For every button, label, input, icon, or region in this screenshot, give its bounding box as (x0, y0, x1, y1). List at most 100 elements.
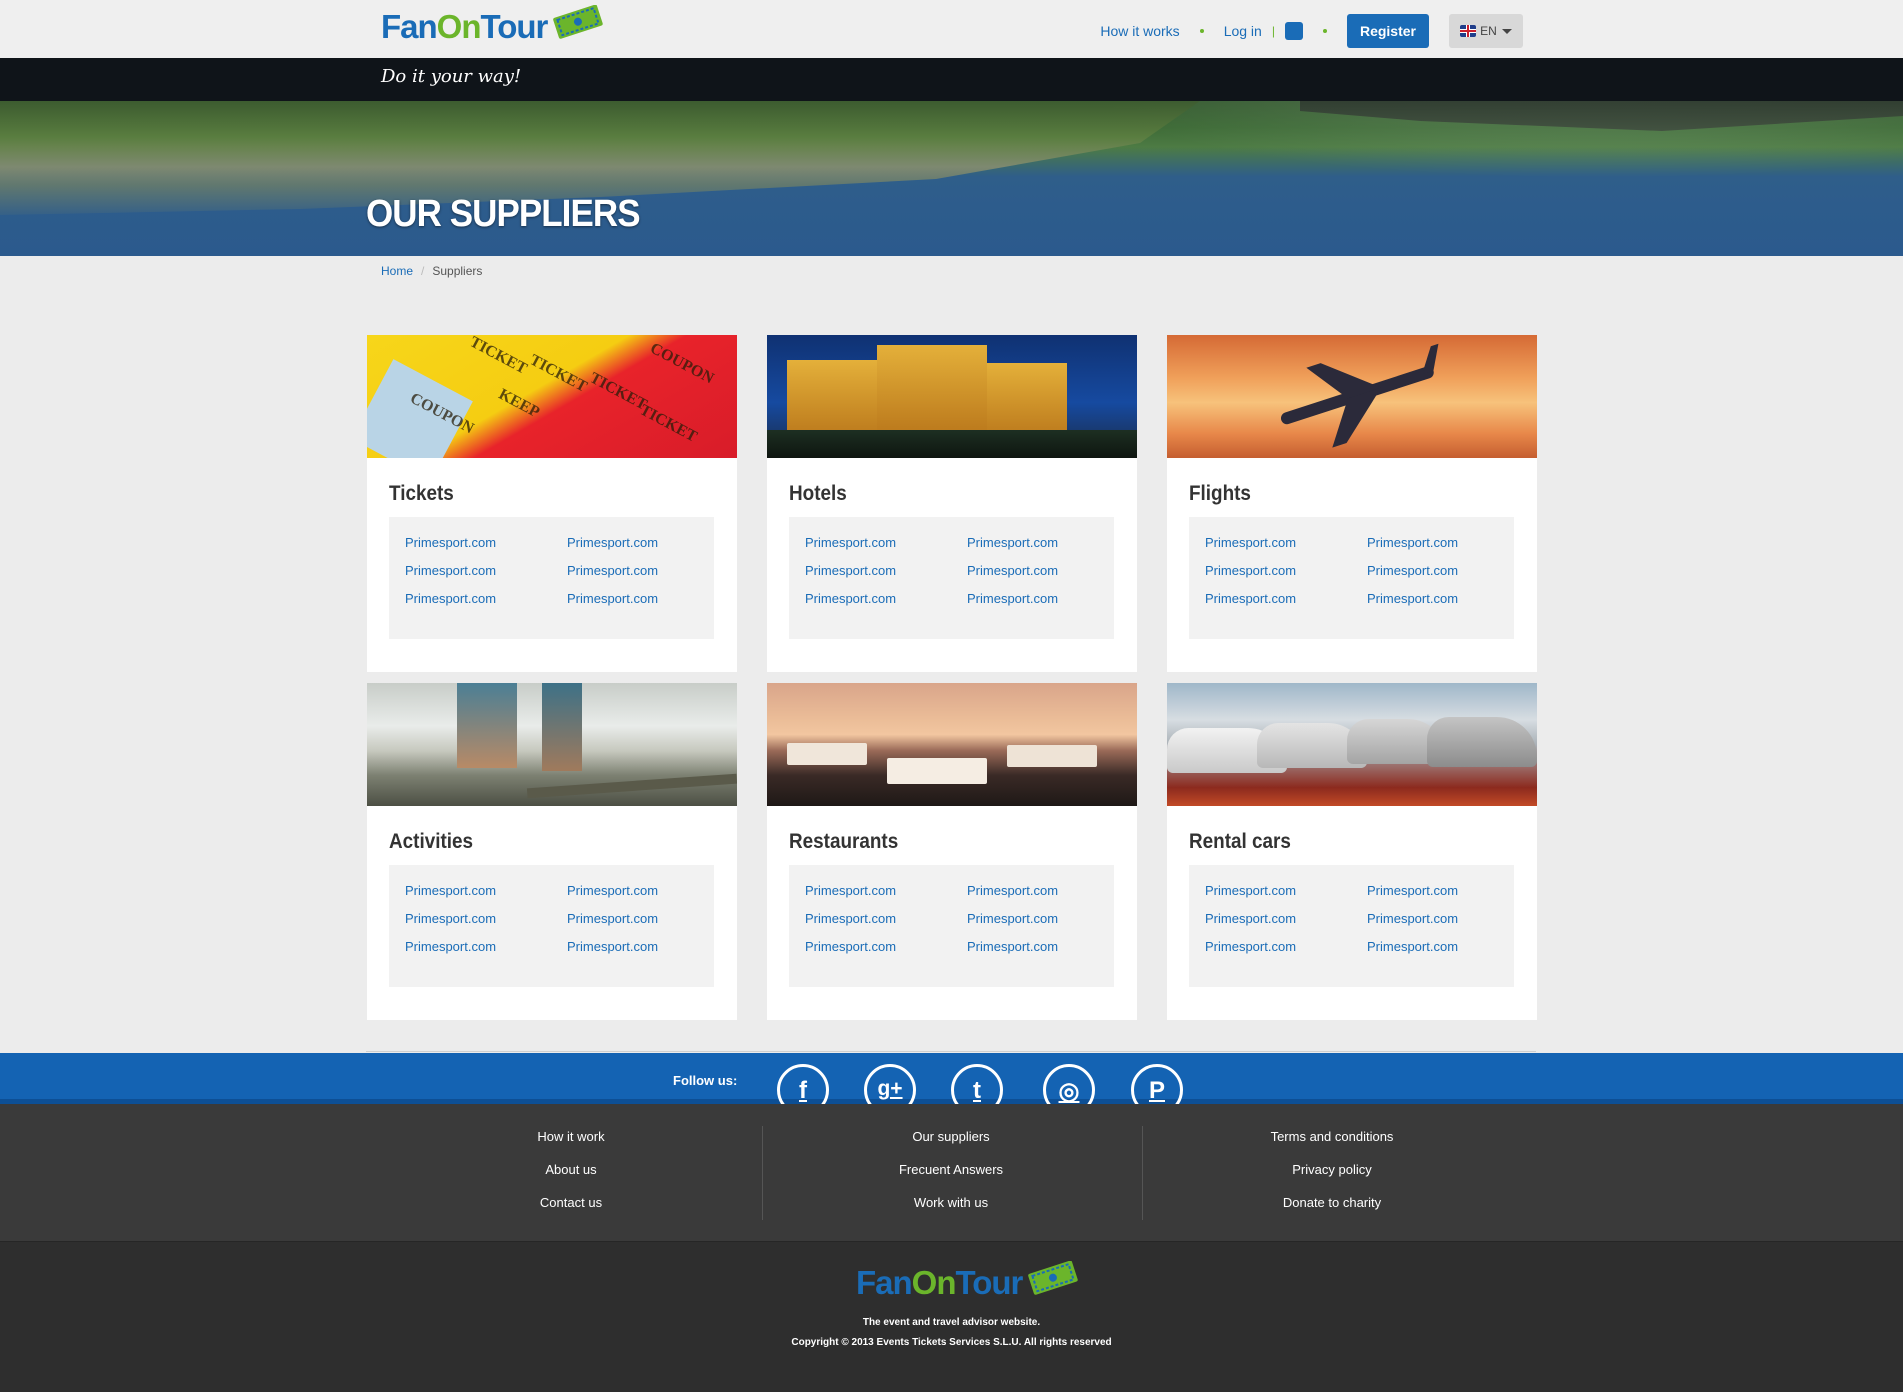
footer-link-frecuent-answers[interactable]: Frecuent Answers (899, 1162, 1003, 1177)
caret-down-icon (1501, 28, 1512, 34)
supplier-link[interactable]: Primesport.com (1367, 939, 1458, 954)
supplier-link[interactable]: Primesport.com (1205, 535, 1296, 550)
footer-nav: How it work About us Contact us Our supp… (0, 1104, 1903, 1241)
facebook-icon[interactable]: f (777, 1064, 829, 1104)
footer-link-about-us[interactable]: About us (545, 1162, 596, 1177)
supplier-link[interactable]: Primesport.com (1367, 591, 1458, 606)
breadcrumb-current: Suppliers (432, 264, 483, 278)
supplier-link[interactable]: Primesport.com (967, 911, 1058, 926)
footer-link-privacy[interactable]: Privacy policy (1292, 1162, 1371, 1177)
hero-hills (1300, 101, 1903, 131)
supplier-link[interactable]: Primesport.com (567, 591, 658, 606)
supplier-link[interactable]: Primesport.com (805, 939, 896, 954)
supplier-link[interactable]: Primesport.com (1205, 939, 1296, 954)
supplier-link[interactable]: Primesport.com (1367, 535, 1458, 550)
supplier-link[interactable]: Primesport.com (967, 883, 1058, 898)
surfboard (526, 773, 737, 799)
register-button[interactable]: Register (1346, 14, 1429, 48)
nav-dot (1322, 29, 1327, 33)
breadcrumb: Home / Suppliers (381, 264, 482, 278)
footer-link-our-suppliers[interactable]: Our suppliers (912, 1129, 989, 1144)
surfer-leg (457, 683, 517, 768)
supplier-card-restaurants: Restaurants Primesport.com Primesport.co… (767, 683, 1137, 1020)
supplier-link[interactable]: Primesport.com (405, 591, 496, 606)
supplier-link[interactable]: Primesport.com (967, 563, 1058, 578)
supplier-link[interactable]: Primesport.com (405, 563, 496, 578)
footer-description: The event and travel advisor website. (862, 1317, 1041, 1328)
supplier-link[interactable]: Primesport.com (1205, 563, 1296, 578)
supplier-link[interactable]: Primesport.com (805, 563, 896, 578)
supplier-link[interactable]: Primesport.com (1367, 563, 1458, 578)
supplier-link[interactable]: Primesport.com (405, 939, 496, 954)
nav-how-it-works[interactable]: How it works (1100, 23, 1179, 39)
follow-us-label: Follow us: (673, 1073, 738, 1088)
content-divider (366, 1051, 1536, 1052)
footer-copyright: Copyright © 2013 Events Tickets Services… (791, 1337, 1112, 1348)
nav-separator: | (1271, 24, 1275, 38)
language-selector[interactable]: EN (1449, 14, 1523, 48)
footer-link-donate[interactable]: Donate to charity (1283, 1195, 1381, 1210)
card-title: Restaurants (789, 830, 899, 853)
ticket-logo-icon (1028, 1261, 1079, 1295)
instagram-icon[interactable]: ◎ (1043, 1064, 1095, 1104)
ticket-logo-icon (553, 5, 604, 39)
pinterest-icon[interactable]: P (1131, 1064, 1183, 1104)
supplier-link[interactable]: Primesport.com (805, 591, 896, 606)
supplier-card-rental-cars: Rental cars Primesport.com Primesport.co… (1167, 683, 1537, 1020)
supplier-link[interactable]: Primesport.com (967, 591, 1058, 606)
brand-logo[interactable]: FanOnTour (381, 5, 605, 46)
tickets-image: TICKET TICKET TICKET KEEP COUPON COUPON … (367, 335, 737, 458)
card-title: Tickets (389, 482, 454, 505)
page-title: OUR SUPPLIERS (366, 193, 641, 235)
facebook-login-icon[interactable]: f (1284, 22, 1303, 40)
twitter-icon[interactable]: t (951, 1064, 1003, 1104)
brand-tagline: Do it your way! (381, 66, 522, 87)
supplier-links: Primesport.com Primesport.com Primesport… (789, 865, 1114, 987)
restaurant-table (1007, 745, 1097, 767)
google-plus-icon[interactable]: g+ (864, 1064, 916, 1104)
logo-text-tour: Tour (955, 1264, 1024, 1301)
nav-dot (1199, 29, 1204, 33)
supplier-link[interactable]: Primesport.com (805, 911, 896, 926)
supplier-link[interactable]: Primesport.com (567, 535, 658, 550)
surfer-leg (542, 683, 582, 771)
supplier-link[interactable]: Primesport.com (1205, 883, 1296, 898)
supplier-link[interactable]: Primesport.com (967, 939, 1058, 954)
supplier-link[interactable]: Primesport.com (805, 535, 896, 550)
footer-brand-logo[interactable]: FanOnTour (856, 1261, 1080, 1302)
supplier-link[interactable]: Primesport.com (405, 535, 496, 550)
supplier-link[interactable]: Primesport.com (805, 883, 896, 898)
supplier-links: Primesport.com Primesport.com Primesport… (789, 517, 1114, 639)
hero-dark-strip (0, 58, 1903, 101)
supplier-link[interactable]: Primesport.com (405, 911, 496, 926)
main-nav: How it works Log in | f Register EN (1100, 14, 1523, 48)
supplier-link[interactable]: Primesport.com (567, 939, 658, 954)
ticket-word: COUPON (647, 339, 717, 388)
footer-link-contact-us[interactable]: Contact us (540, 1195, 602, 1210)
nav-login[interactable]: Log in (1224, 23, 1262, 39)
supplier-link[interactable]: Primesport.com (567, 911, 658, 926)
footer-link-how-it-work[interactable]: How it work (537, 1129, 604, 1144)
breadcrumb-home[interactable]: Home (381, 264, 413, 278)
supplier-link[interactable]: Primesport.com (1367, 911, 1458, 926)
footer-link-work-with-us[interactable]: Work with us (914, 1195, 988, 1210)
supplier-link[interactable]: Primesport.com (967, 535, 1058, 550)
footer-bottom: FanOnTour The event and travel advisor w… (0, 1241, 1903, 1392)
supplier-card-hotels: Hotels Primesport.com Primesport.com Pri… (767, 335, 1137, 672)
rental-cars-image (1167, 683, 1537, 806)
supplier-link[interactable]: Primesport.com (405, 883, 496, 898)
hotel-trees (767, 430, 1137, 458)
breadcrumb-separator: / (421, 264, 425, 278)
restaurants-image (767, 683, 1137, 806)
footer-column-divider (1142, 1126, 1143, 1220)
supplier-card-tickets: TICKET TICKET TICKET KEEP COUPON COUPON … (367, 335, 737, 672)
logo-text-on: On (436, 8, 482, 45)
supplier-link[interactable]: Primesport.com (1367, 883, 1458, 898)
supplier-link[interactable]: Primesport.com (567, 563, 658, 578)
supplier-link[interactable]: Primesport.com (1205, 911, 1296, 926)
supplier-link[interactable]: Primesport.com (567, 883, 658, 898)
supplier-link[interactable]: Primesport.com (1205, 591, 1296, 606)
ticket-word: TICKET (636, 401, 700, 446)
logo-text-fan: Fan (856, 1264, 913, 1301)
footer-link-terms[interactable]: Terms and conditions (1271, 1129, 1394, 1144)
